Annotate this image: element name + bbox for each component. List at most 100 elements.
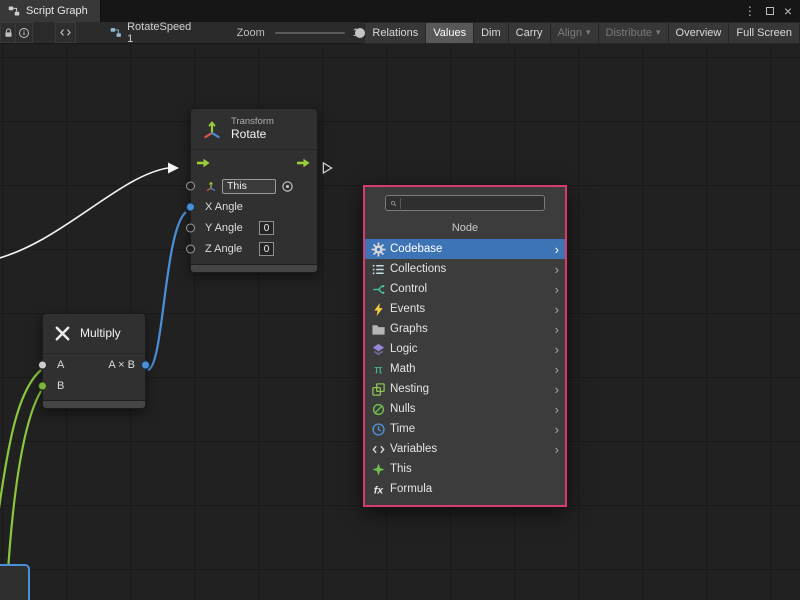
toolbar-button-relations[interactable]: Relations bbox=[364, 22, 425, 44]
toolbar-button-overview[interactable]: Overview bbox=[668, 22, 729, 44]
toolbar-button-values[interactable]: Values bbox=[425, 22, 473, 44]
script-graph-icon bbox=[8, 5, 20, 17]
finder-item-time[interactable]: Time› bbox=[365, 419, 565, 439]
finder-item-math[interactable]: πMath› bbox=[365, 359, 565, 379]
finder-item-nesting[interactable]: Nesting› bbox=[365, 379, 565, 399]
zoom-slider-handle[interactable] bbox=[355, 28, 365, 38]
finder-item-label: Control bbox=[390, 283, 427, 295]
finder-item-graphs[interactable]: Graphs› bbox=[365, 319, 565, 339]
toolbar-button-carry[interactable]: Carry bbox=[508, 22, 550, 44]
chevron-right-icon: › bbox=[555, 263, 559, 276]
finder-item-formula[interactable]: fxFormula bbox=[365, 479, 565, 499]
code-view-button[interactable] bbox=[55, 22, 77, 43]
lock-icon bbox=[3, 27, 14, 39]
tab-title: Script Graph bbox=[26, 5, 88, 17]
wire-green-a[interactable] bbox=[0, 370, 41, 530]
dropdown-caret-icon: ▾ bbox=[656, 27, 661, 38]
this-field[interactable]: This bbox=[222, 179, 276, 194]
dropdown-caret-icon: ▾ bbox=[586, 27, 591, 38]
close-icon[interactable]: × bbox=[784, 4, 792, 18]
finder-list: Codebase›Collections›Control›Events›Grap… bbox=[365, 239, 565, 499]
lock-button[interactable] bbox=[0, 22, 16, 43]
search-icon bbox=[390, 198, 401, 209]
y-angle-row: Y Angle 0 bbox=[191, 218, 317, 239]
chevron-right-icon: › bbox=[555, 283, 559, 296]
tab-bar: Script Graph ⋮ × bbox=[0, 0, 800, 22]
finder-item-this[interactable]: This bbox=[365, 459, 565, 479]
graph-canvas[interactable]: Transform Rotate This X Angle Y Angle bbox=[0, 44, 800, 600]
toolbar-button-label: Dim bbox=[481, 27, 501, 39]
wire-control-white[interactable] bbox=[0, 168, 168, 260]
toolbar-button-label: Carry bbox=[516, 27, 543, 39]
brackets-icon bbox=[371, 442, 386, 457]
y-angle-port[interactable] bbox=[186, 224, 195, 233]
toolbar-button-dim[interactable]: Dim bbox=[473, 22, 508, 44]
toolbar-button-label: Align bbox=[558, 27, 582, 39]
this-port-row: This bbox=[191, 176, 317, 197]
info-button[interactable] bbox=[16, 22, 32, 43]
x-angle-port[interactable] bbox=[186, 203, 195, 212]
menu-icon[interactable]: ⋮ bbox=[744, 5, 756, 17]
this-port[interactable] bbox=[186, 182, 195, 191]
wire-arrowhead bbox=[168, 163, 179, 174]
finder-search-field[interactable] bbox=[385, 195, 545, 211]
info-icon bbox=[18, 27, 30, 39]
y-angle-value-field[interactable]: 0 bbox=[259, 221, 274, 235]
maximize-icon[interactable] bbox=[766, 5, 774, 17]
chevron-right-icon: › bbox=[555, 443, 559, 456]
graph-toolbar: RotateSpeed 1 Zoom 1x RelationsValuesDim… bbox=[0, 22, 800, 44]
partial-offscreen-node[interactable] bbox=[0, 564, 30, 600]
finder-item-variables[interactable]: Variables› bbox=[365, 439, 565, 459]
wire-value-blue[interactable] bbox=[148, 212, 186, 370]
toolbar-button-label: Values bbox=[433, 27, 466, 39]
toolbar-button-align[interactable]: Align ▾ bbox=[550, 22, 598, 44]
toolbar-button-distribute[interactable]: Distribute ▾ bbox=[598, 22, 668, 44]
control-output-arrow-icon[interactable] bbox=[296, 155, 311, 170]
z-angle-row: Z Angle 0 bbox=[191, 239, 317, 260]
zoom-slider-track[interactable] bbox=[275, 32, 345, 34]
search-input[interactable] bbox=[405, 197, 540, 209]
node-transform-rotate[interactable]: Transform Rotate This X Angle Y Angle bbox=[190, 108, 318, 273]
finder-item-label: Math bbox=[390, 363, 416, 375]
toolbar-button-label: Relations bbox=[372, 27, 418, 39]
finder-item-logic[interactable]: Logic› bbox=[365, 339, 565, 359]
finder-item-label: Collections bbox=[390, 263, 446, 275]
port-label: B bbox=[57, 380, 64, 392]
maximize-square bbox=[766, 7, 774, 15]
toolbar-button-group: Relations Values Dim Carry Align ▾ Distribute ▾… bbox=[364, 22, 800, 44]
multiply-output-port[interactable] bbox=[141, 360, 150, 369]
toolbar-button-full-screen[interactable]: Full Screen bbox=[728, 22, 800, 44]
chevron-right-icon: › bbox=[555, 403, 559, 416]
finder-item-nulls[interactable]: Nulls› bbox=[365, 399, 565, 419]
multiply-icon bbox=[53, 324, 72, 343]
node-header: Transform Rotate bbox=[191, 109, 317, 150]
multiply-b-port[interactable] bbox=[38, 381, 47, 390]
port-label: X Angle bbox=[205, 201, 243, 213]
fx-icon: fx bbox=[371, 482, 386, 497]
branch-icon bbox=[371, 282, 386, 297]
finder-item-events[interactable]: Events› bbox=[365, 299, 565, 319]
clock-icon bbox=[371, 422, 386, 437]
null-icon bbox=[371, 402, 386, 417]
port-label: Z Angle bbox=[205, 243, 251, 255]
z-angle-value-field[interactable]: 0 bbox=[259, 242, 274, 256]
finder-item-collections[interactable]: Collections › bbox=[365, 259, 565, 279]
finder-item-codebase[interactable]: Codebase› bbox=[365, 239, 565, 259]
finder-item-label: Events bbox=[390, 303, 425, 315]
finder-item-control[interactable]: Control › bbox=[365, 279, 565, 299]
nesting-icon bbox=[371, 382, 386, 397]
target-picker-icon[interactable] bbox=[281, 180, 294, 193]
graph-breadcrumb[interactable]: RotateSpeed 1 bbox=[110, 21, 192, 45]
tab-script-graph[interactable]: Script Graph bbox=[0, 0, 101, 22]
multiply-a-port[interactable] bbox=[38, 360, 47, 369]
chevron-right-icon: › bbox=[555, 323, 559, 336]
finder-item-label: Time bbox=[390, 423, 415, 435]
toolbar-button-label: Overview bbox=[676, 27, 722, 39]
chevron-right-icon: › bbox=[555, 343, 559, 356]
z-angle-port[interactable] bbox=[186, 245, 195, 254]
window-controls: ⋮ × bbox=[744, 0, 800, 22]
node-multiply[interactable]: Multiply A A × B B bbox=[42, 313, 146, 409]
control-input-arrow-icon[interactable] bbox=[196, 155, 211, 170]
toolbar-button-label: Distribute bbox=[606, 27, 652, 39]
unconnected-flow-triangle-icon[interactable] bbox=[322, 161, 333, 175]
